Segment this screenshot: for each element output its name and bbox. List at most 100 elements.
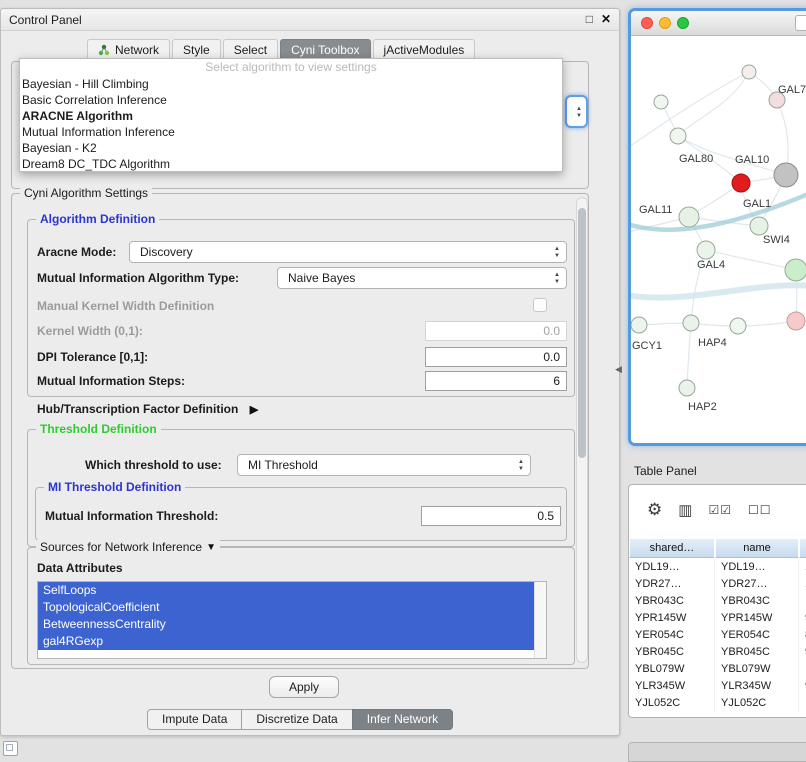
aracne-mode-select[interactable]: Discovery bbox=[129, 241, 567, 263]
column-header-shared-name[interactable]: shared… bbox=[629, 538, 715, 558]
table-cell[interactable]: 8. bbox=[799, 627, 806, 644]
close-window-icon[interactable] bbox=[641, 17, 653, 29]
algorithm-option[interactable]: Mutual Information Inference bbox=[20, 124, 562, 140]
algorithm-option[interactable]: Bayesian - Hill Climbing bbox=[20, 76, 562, 92]
column-header-partial[interactable] bbox=[799, 538, 806, 558]
column-header-name[interactable]: name bbox=[715, 538, 799, 558]
table-cell[interactable]: YJL052C bbox=[715, 695, 799, 712]
table-cell[interactable]: YBR045C bbox=[715, 644, 799, 661]
table-cell[interactable]: YBR043C bbox=[629, 593, 715, 610]
network-node[interactable] bbox=[670, 128, 686, 144]
table-row[interactable]: YBR043CYBR043C bbox=[629, 593, 806, 610]
algorithm-option[interactable]: Basic Correlation Inference bbox=[20, 92, 562, 108]
settings-scrollbar[interactable] bbox=[576, 197, 588, 663]
tab-infer-network[interactable]: Infer Network bbox=[352, 709, 453, 730]
apply-button[interactable]: Apply bbox=[269, 676, 339, 698]
network-edge[interactable] bbox=[678, 72, 749, 136]
table-settings-gear-icon[interactable]: ⚙ bbox=[647, 500, 662, 520]
mi-threshold-input[interactable]: 0.5 bbox=[421, 506, 561, 526]
network-edge[interactable] bbox=[687, 323, 691, 388]
table-cell[interactable]: YDL19… bbox=[715, 559, 799, 576]
network-node[interactable] bbox=[631, 317, 647, 333]
which-threshold-select[interactable]: MI Threshold bbox=[237, 454, 531, 476]
table-cell[interactable]: 9. bbox=[799, 644, 806, 661]
table-cell[interactable]: YJL052C bbox=[629, 695, 715, 712]
table-cell[interactable] bbox=[799, 593, 806, 610]
network-node[interactable] bbox=[730, 318, 746, 334]
network-node[interactable] bbox=[787, 312, 805, 330]
mi-type-select[interactable]: Naive Bayes bbox=[277, 267, 567, 289]
data-attributes-list[interactable]: SelfLoopsTopologicalCoefficientBetweenne… bbox=[37, 581, 547, 659]
network-node[interactable] bbox=[750, 217, 768, 235]
network-node[interactable] bbox=[679, 207, 699, 227]
network-node[interactable] bbox=[654, 95, 668, 109]
hub-definition-expander[interactable]: Hub/Transcription Factor Definition bbox=[37, 402, 258, 416]
select-all-columns-icon[interactable]: ☑☑ bbox=[708, 503, 732, 517]
network-canvas[interactable]: GAL7GAL80GAL10GAL11GAL1SWI4GAL4GCY1HAP4H… bbox=[631, 36, 806, 443]
float-panel-icon[interactable]: □ bbox=[586, 12, 593, 26]
table-row[interactable]: YER054CYER054C8. bbox=[629, 627, 806, 644]
splitter-handle-icon[interactable] bbox=[615, 364, 622, 375]
table-cell[interactable]: YBL079W bbox=[629, 661, 715, 678]
network-node[interactable] bbox=[774, 163, 798, 187]
table-row[interactable]: YBR045CYBR045C9. bbox=[629, 644, 806, 661]
network-edge[interactable] bbox=[631, 285, 806, 297]
zoom-window-icon[interactable] bbox=[677, 17, 689, 29]
sources-title-row[interactable]: Sources for Network Inference bbox=[36, 540, 220, 554]
table-cell[interactable]: YLR345W bbox=[715, 678, 799, 695]
attribute-list-item[interactable]: TopologicalCoefficient bbox=[38, 599, 534, 616]
table-cell[interactable]: YDL19… bbox=[629, 559, 715, 576]
network-graph[interactable]: GAL7GAL80GAL10GAL11GAL1SWI4GAL4GCY1HAP4H… bbox=[631, 36, 806, 443]
network-node[interactable] bbox=[785, 259, 806, 281]
network-node[interactable] bbox=[732, 174, 750, 192]
network-node[interactable] bbox=[683, 315, 699, 331]
table-cell[interactable]: YER054C bbox=[629, 627, 715, 644]
table-cell[interactable]: YDR27… bbox=[629, 576, 715, 593]
algorithm-option[interactable]: Bayesian - K2 bbox=[20, 140, 562, 156]
table-cell[interactable]: YPR145W bbox=[715, 610, 799, 627]
table-row[interactable]: YLR345WYLR345W9. bbox=[629, 678, 806, 695]
table-cell[interactable]: YDR27… bbox=[715, 576, 799, 593]
table-cell[interactable]: YBL079W bbox=[715, 661, 799, 678]
tab-impute-data[interactable]: Impute Data bbox=[147, 709, 242, 730]
table-cell[interactable]: YLR345W bbox=[629, 678, 715, 695]
attribute-list-item[interactable]: BetweennessCentrality bbox=[38, 616, 534, 633]
collapsed-panel-bar[interactable] bbox=[628, 742, 806, 762]
deselect-all-columns-icon[interactable]: ☐☐ bbox=[748, 503, 772, 517]
table-row[interactable]: YPR145WYPR145W9. bbox=[629, 610, 806, 627]
mi-steps-input[interactable]: 6 bbox=[425, 371, 567, 391]
table-cell[interactable]: 9. bbox=[799, 678, 806, 695]
minimize-window-icon[interactable] bbox=[659, 17, 671, 29]
attributes-list-scrollbar[interactable] bbox=[534, 582, 546, 658]
table-row[interactable]: YDL19…YDL19…13 bbox=[629, 559, 806, 576]
network-window-titlebar[interactable] bbox=[631, 11, 806, 36]
kernel-width-input[interactable]: 0.0 bbox=[425, 321, 567, 341]
table-cell[interactable]: YBR045C bbox=[629, 644, 715, 661]
network-node[interactable] bbox=[679, 380, 695, 396]
table-cell[interactable]: 12 bbox=[799, 576, 806, 593]
network-edge[interactable] bbox=[631, 72, 749, 154]
attribute-list-item[interactable]: SelfLoops bbox=[38, 582, 534, 599]
table-row[interactable]: YBL079WYBL079W bbox=[629, 661, 806, 678]
table-cell[interactable] bbox=[799, 661, 806, 678]
restore-panel-icon[interactable] bbox=[3, 741, 18, 756]
table-cell[interactable] bbox=[799, 695, 806, 712]
algorithm-combobox-button[interactable] bbox=[565, 95, 588, 128]
tab-discretize-data[interactable]: Discretize Data bbox=[241, 709, 352, 730]
show-columns-icon[interactable]: ▥ bbox=[678, 501, 692, 519]
table-row[interactable]: YDR27…YDR27…12 bbox=[629, 576, 806, 593]
close-panel-icon[interactable]: ✕ bbox=[601, 12, 611, 26]
network-node[interactable] bbox=[742, 65, 756, 79]
table-cell[interactable]: YBR043C bbox=[715, 593, 799, 610]
attribute-list-item[interactable]: gal4RGexp bbox=[38, 633, 534, 650]
table-cell[interactable]: 13 bbox=[799, 559, 806, 576]
algorithm-option[interactable]: ARACNE Algorithm bbox=[20, 108, 562, 124]
dpi-tolerance-input[interactable]: 0.0 bbox=[425, 347, 567, 367]
scrollbar-thumb[interactable] bbox=[578, 208, 586, 458]
network-node[interactable] bbox=[697, 241, 715, 259]
table-cell[interactable]: YPR145W bbox=[629, 610, 715, 627]
manual-kernel-checkbox[interactable] bbox=[533, 298, 547, 312]
table-cell[interactable]: 9. bbox=[799, 610, 806, 627]
table-cell[interactable]: YER054C bbox=[715, 627, 799, 644]
algorithm-option[interactable]: Dream8 DC_TDC Algorithm bbox=[20, 156, 562, 172]
